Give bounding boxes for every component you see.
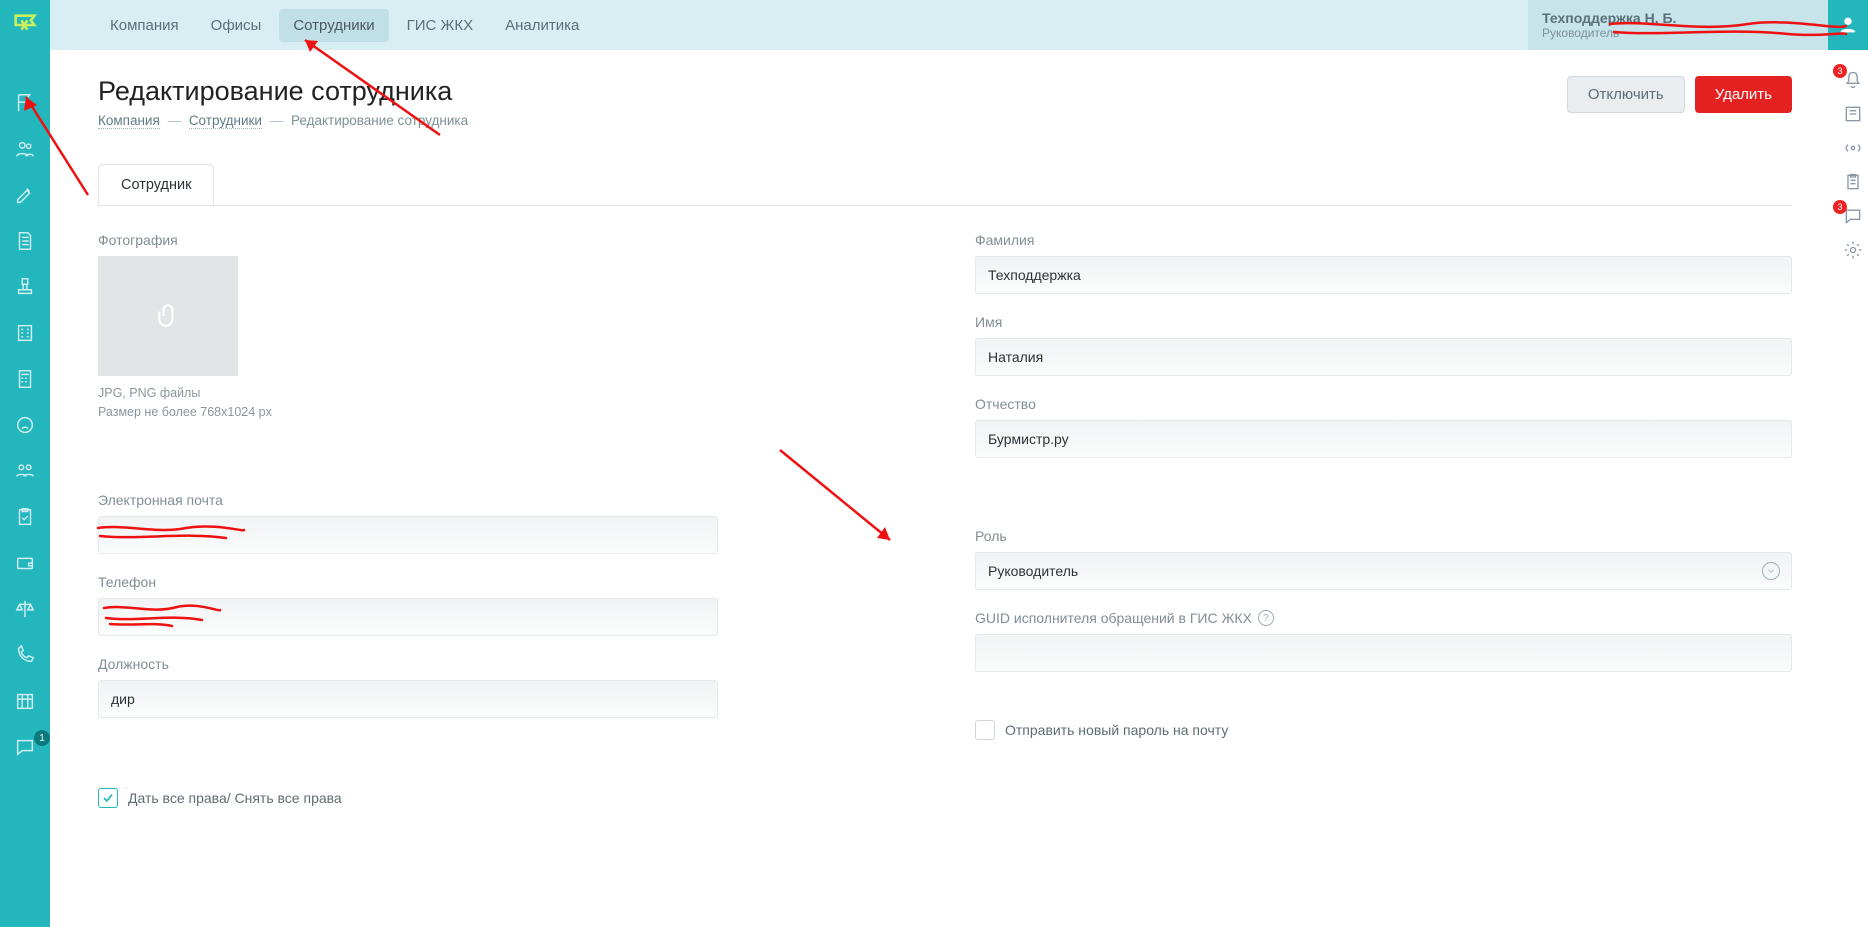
breadcrumb: Компания — Сотрудники — Редактирование с… bbox=[98, 113, 468, 128]
chat-icon[interactable]: 1 bbox=[12, 734, 38, 760]
user-name: Техподдержка Н. Б. bbox=[1542, 10, 1814, 26]
photo-hint-1: JPG, PNG файлы bbox=[98, 384, 915, 403]
position-label: Должность bbox=[98, 656, 915, 672]
nav-giszhkh[interactable]: ГИС ЖКХ bbox=[393, 9, 488, 42]
message-icon[interactable]: 3 bbox=[1843, 206, 1865, 228]
clipboard-icon[interactable] bbox=[1843, 172, 1865, 194]
delete-button[interactable]: Удалить bbox=[1695, 76, 1792, 113]
nav-analytics[interactable]: Аналитика bbox=[491, 9, 593, 42]
document-icon[interactable] bbox=[12, 228, 38, 254]
content-area: Редактирование сотрудника Компания — Сот… bbox=[50, 50, 1840, 927]
phone-icon[interactable] bbox=[12, 642, 38, 668]
user-avatar-icon[interactable] bbox=[1828, 0, 1868, 50]
position-field[interactable] bbox=[98, 680, 718, 718]
user-role: Руководитель bbox=[1542, 26, 1814, 40]
help-icon[interactable]: ? bbox=[1258, 610, 1274, 626]
patronymic-label: Отчество bbox=[975, 396, 1792, 412]
tab-employee[interactable]: Сотрудник bbox=[98, 164, 214, 205]
photo-upload[interactable] bbox=[98, 256, 238, 376]
chat-badge: 1 bbox=[34, 730, 50, 746]
lastname-field[interactable] bbox=[975, 256, 1792, 294]
guid-label: GUID исполнителя обращений в ГИС ЖКХ ? bbox=[975, 610, 1792, 626]
board-icon[interactable] bbox=[1843, 104, 1865, 126]
calendar-grid-icon[interactable] bbox=[12, 688, 38, 714]
clipboard-check-icon[interactable] bbox=[12, 504, 38, 530]
compose-icon[interactable] bbox=[12, 182, 38, 208]
group-icon[interactable] bbox=[12, 458, 38, 484]
email-label: Электронная почта bbox=[98, 492, 915, 508]
top-bar: Компания Офисы Сотрудники ГИС ЖКХ Аналит… bbox=[0, 0, 1868, 50]
right-strip: 3 3 bbox=[1840, 70, 1868, 262]
flag-icon[interactable] bbox=[12, 90, 38, 116]
phone-field[interactable] bbox=[98, 598, 718, 636]
nav-company[interactable]: Компания bbox=[96, 9, 193, 42]
stamp-icon[interactable] bbox=[12, 274, 38, 300]
phone-label: Телефон bbox=[98, 574, 915, 590]
email-field[interactable] bbox=[98, 516, 718, 554]
calculator-icon[interactable] bbox=[12, 366, 38, 392]
send-password-label: Отправить новый пароль на почту bbox=[1005, 722, 1228, 738]
role-select[interactable] bbox=[975, 552, 1792, 590]
page-title: Редактирование сотрудника bbox=[98, 76, 468, 107]
photo-hint-2: Размер не более 768х1024 px bbox=[98, 403, 915, 422]
gear-icon[interactable] bbox=[1843, 240, 1865, 262]
app-logo[interactable] bbox=[0, 0, 50, 50]
building-icon[interactable] bbox=[12, 320, 38, 346]
broadcast-icon[interactable] bbox=[1843, 138, 1865, 160]
crumb-current: Редактирование сотрудника bbox=[291, 113, 468, 128]
lastname-label: Фамилия bbox=[975, 232, 1792, 248]
user-box[interactable]: Техподдержка Н. Б. Руководитель bbox=[1528, 0, 1828, 50]
send-password-checkbox[interactable] bbox=[975, 720, 995, 740]
scales-icon[interactable] bbox=[12, 596, 38, 622]
all-rights-checkbox[interactable] bbox=[98, 788, 118, 808]
wallet-icon[interactable] bbox=[12, 550, 38, 576]
nav-employees[interactable]: Сотрудники bbox=[279, 9, 388, 42]
users-icon[interactable] bbox=[12, 136, 38, 162]
guid-field[interactable] bbox=[975, 634, 1792, 672]
all-rights-label: Дать все права/ Снять все права bbox=[128, 790, 342, 806]
crumb-employees[interactable]: Сотрудники bbox=[189, 113, 262, 129]
top-nav: Компания Офисы Сотрудники ГИС ЖКХ Аналит… bbox=[96, 9, 593, 42]
tab-bar: Сотрудник bbox=[98, 164, 1792, 206]
firstname-label: Имя bbox=[975, 314, 1792, 330]
patronymic-field[interactable] bbox=[975, 420, 1792, 458]
crumb-company[interactable]: Компания bbox=[98, 113, 160, 129]
bell-icon[interactable]: 3 bbox=[1843, 70, 1865, 92]
face-sad-icon[interactable] bbox=[12, 412, 38, 438]
left-sidebar: 1 bbox=[0, 50, 50, 927]
chevron-down-icon bbox=[1762, 562, 1780, 580]
paperclip-icon bbox=[155, 303, 181, 329]
firstname-field[interactable] bbox=[975, 338, 1792, 376]
role-label: Роль bbox=[975, 528, 1792, 544]
photo-label: Фотография bbox=[98, 232, 915, 248]
nav-offices[interactable]: Офисы bbox=[197, 9, 276, 42]
disable-button[interactable]: Отключить bbox=[1567, 76, 1685, 113]
